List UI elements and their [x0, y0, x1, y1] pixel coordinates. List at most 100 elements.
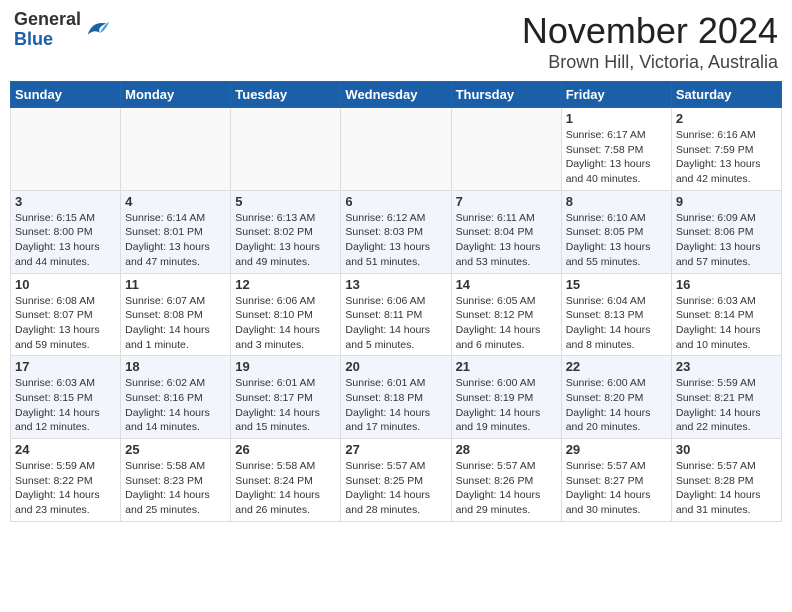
calendar-cell: 6 Sunrise: 6:12 AM Sunset: 8:03 PM Daylig…	[341, 190, 451, 273]
day-number: 21	[456, 359, 557, 374]
day-number: 1	[566, 111, 667, 126]
day-info: Sunrise: 6:13 AM Sunset: 8:02 PM Dayligh…	[235, 211, 336, 270]
day-number: 30	[676, 442, 777, 457]
calendar-cell: 28 Sunrise: 5:57 AM Sunset: 8:26 PM Dayli…	[451, 439, 561, 522]
calendar-cell: 24Sunrise: 5:59 AM Sunset: 8:22 PM Dayli…	[11, 439, 121, 522]
day-number: 3	[15, 194, 116, 209]
calendar-cell: 13 Sunrise: 6:06 AM Sunset: 8:11 PM Dayli…	[341, 273, 451, 356]
day-info: Sunrise: 5:57 AM Sunset: 8:28 PM Dayligh…	[676, 459, 777, 518]
day-info: Sunrise: 6:06 AM Sunset: 8:10 PM Dayligh…	[235, 294, 336, 353]
calendar-header-wednesday: Wednesday	[341, 82, 451, 108]
day-number: 22	[566, 359, 667, 374]
calendar-cell: 16 Sunrise: 6:03 AM Sunset: 8:14 PM Dayli…	[671, 273, 781, 356]
day-number: 8	[566, 194, 667, 209]
day-number: 24	[15, 442, 116, 457]
calendar-cell: 10 Sunrise: 6:08 AM Sunset: 8:07 PM Dayli…	[11, 273, 121, 356]
day-number: 16	[676, 277, 777, 292]
calendar-cell: 4Sunrise: 6:14 AM Sunset: 8:01 PM Daylig…	[121, 190, 231, 273]
calendar-table: SundayMondayTuesdayWednesdayThursdayFrid…	[10, 81, 782, 522]
calendar-cell	[451, 108, 561, 191]
day-info: Sunrise: 6:05 AM Sunset: 8:12 PM Dayligh…	[456, 294, 557, 353]
day-number: 17	[15, 359, 116, 374]
day-number: 15	[566, 277, 667, 292]
day-info: Sunrise: 6:04 AM Sunset: 8:13 PM Dayligh…	[566, 294, 667, 353]
calendar-cell: 11Sunrise: 6:07 AM Sunset: 8:08 PM Dayli…	[121, 273, 231, 356]
calendar-week-4: 17 Sunrise: 6:03 AM Sunset: 8:15 PM Dayli…	[11, 356, 782, 439]
day-info: Sunrise: 6:03 AM Sunset: 8:14 PM Dayligh…	[676, 294, 777, 353]
day-number: 13	[345, 277, 446, 292]
calendar-cell: 26 Sunrise: 5:58 AM Sunset: 8:24 PM Dayli…	[231, 439, 341, 522]
day-number: 19	[235, 359, 336, 374]
day-info: Sunrise: 6:15 AM Sunset: 8:00 PM Dayligh…	[15, 211, 116, 270]
calendar-cell: 7 Sunrise: 6:11 AM Sunset: 8:04 PM Daylig…	[451, 190, 561, 273]
day-number: 27	[345, 442, 446, 457]
calendar-week-5: 24Sunrise: 5:59 AM Sunset: 8:22 PM Dayli…	[11, 439, 782, 522]
calendar-cell	[231, 108, 341, 191]
calendar-cell: 17 Sunrise: 6:03 AM Sunset: 8:15 PM Dayli…	[11, 356, 121, 439]
calendar-cell: 18Sunrise: 6:02 AM Sunset: 8:16 PM Dayli…	[121, 356, 231, 439]
day-number: 12	[235, 277, 336, 292]
calendar-header-monday: Monday	[121, 82, 231, 108]
day-info: Sunrise: 6:14 AM Sunset: 8:01 PM Dayligh…	[125, 211, 226, 270]
day-info: Sunrise: 6:06 AM Sunset: 8:11 PM Dayligh…	[345, 294, 446, 353]
day-info: Sunrise: 6:07 AM Sunset: 8:08 PM Dayligh…	[125, 294, 226, 353]
day-info: Sunrise: 5:58 AM Sunset: 8:24 PM Dayligh…	[235, 459, 336, 518]
day-number: 26	[235, 442, 336, 457]
calendar-cell	[341, 108, 451, 191]
calendar-cell: 8 Sunrise: 6:10 AM Sunset: 8:05 PM Daylig…	[561, 190, 671, 273]
calendar-header-sunday: Sunday	[11, 82, 121, 108]
logo-blue-text: Blue	[14, 30, 81, 50]
day-info: Sunrise: 6:17 AM Sunset: 7:58 PM Dayligh…	[566, 128, 667, 187]
calendar-week-2: 3 Sunrise: 6:15 AM Sunset: 8:00 PM Daylig…	[11, 190, 782, 273]
day-info: Sunrise: 5:57 AM Sunset: 8:27 PM Dayligh…	[566, 459, 667, 518]
day-number: 9	[676, 194, 777, 209]
logo-general-text: General	[14, 10, 81, 30]
calendar-cell: 12 Sunrise: 6:06 AM Sunset: 8:10 PM Dayli…	[231, 273, 341, 356]
logo-bird-icon	[83, 16, 111, 44]
calendar-header-friday: Friday	[561, 82, 671, 108]
calendar-header-saturday: Saturday	[671, 82, 781, 108]
day-info: Sunrise: 6:08 AM Sunset: 8:07 PM Dayligh…	[15, 294, 116, 353]
day-info: Sunrise: 5:58 AM Sunset: 8:23 PM Dayligh…	[125, 459, 226, 518]
page-header: General Blue November 2024 Brown Hill, V…	[10, 10, 782, 73]
calendar-header-thursday: Thursday	[451, 82, 561, 108]
day-number: 7	[456, 194, 557, 209]
logo: General Blue	[14, 10, 111, 50]
day-info: Sunrise: 6:12 AM Sunset: 8:03 PM Dayligh…	[345, 211, 446, 270]
calendar-cell: 20 Sunrise: 6:01 AM Sunset: 8:18 PM Dayli…	[341, 356, 451, 439]
title-block: November 2024 Brown Hill, Victoria, Aust…	[522, 10, 778, 73]
day-info: Sunrise: 6:02 AM Sunset: 8:16 PM Dayligh…	[125, 376, 226, 435]
calendar-cell: 15 Sunrise: 6:04 AM Sunset: 8:13 PM Dayli…	[561, 273, 671, 356]
calendar-cell: 21 Sunrise: 6:00 AM Sunset: 8:19 PM Dayli…	[451, 356, 561, 439]
day-info: Sunrise: 5:59 AM Sunset: 8:21 PM Dayligh…	[676, 376, 777, 435]
day-info: Sunrise: 6:10 AM Sunset: 8:05 PM Dayligh…	[566, 211, 667, 270]
day-info: Sunrise: 6:11 AM Sunset: 8:04 PM Dayligh…	[456, 211, 557, 270]
calendar-cell	[121, 108, 231, 191]
day-number: 2	[676, 111, 777, 126]
calendar-cell	[11, 108, 121, 191]
calendar-cell: 3 Sunrise: 6:15 AM Sunset: 8:00 PM Daylig…	[11, 190, 121, 273]
day-number: 20	[345, 359, 446, 374]
day-number: 28	[456, 442, 557, 457]
calendar-cell: 30 Sunrise: 5:57 AM Sunset: 8:28 PM Dayli…	[671, 439, 781, 522]
day-info: Sunrise: 5:57 AM Sunset: 8:26 PM Dayligh…	[456, 459, 557, 518]
day-number: 6	[345, 194, 446, 209]
day-info: Sunrise: 6:03 AM Sunset: 8:15 PM Dayligh…	[15, 376, 116, 435]
day-info: Sunrise: 6:00 AM Sunset: 8:20 PM Dayligh…	[566, 376, 667, 435]
day-number: 29	[566, 442, 667, 457]
day-number: 25	[125, 442, 226, 457]
day-info: Sunrise: 6:01 AM Sunset: 8:18 PM Dayligh…	[345, 376, 446, 435]
calendar-header-tuesday: Tuesday	[231, 82, 341, 108]
day-number: 23	[676, 359, 777, 374]
day-number: 10	[15, 277, 116, 292]
calendar-cell: 23 Sunrise: 5:59 AM Sunset: 8:21 PM Dayli…	[671, 356, 781, 439]
day-number: 14	[456, 277, 557, 292]
month-title: November 2024	[522, 10, 778, 52]
calendar-cell: 5Sunrise: 6:13 AM Sunset: 8:02 PM Daylig…	[231, 190, 341, 273]
calendar-cell: 2Sunrise: 6:16 AM Sunset: 7:59 PM Daylig…	[671, 108, 781, 191]
calendar-cell: 9Sunrise: 6:09 AM Sunset: 8:06 PM Daylig…	[671, 190, 781, 273]
day-info: Sunrise: 6:00 AM Sunset: 8:19 PM Dayligh…	[456, 376, 557, 435]
location-title: Brown Hill, Victoria, Australia	[522, 52, 778, 73]
calendar-cell: 19Sunrise: 6:01 AM Sunset: 8:17 PM Dayli…	[231, 356, 341, 439]
calendar-week-3: 10 Sunrise: 6:08 AM Sunset: 8:07 PM Dayli…	[11, 273, 782, 356]
